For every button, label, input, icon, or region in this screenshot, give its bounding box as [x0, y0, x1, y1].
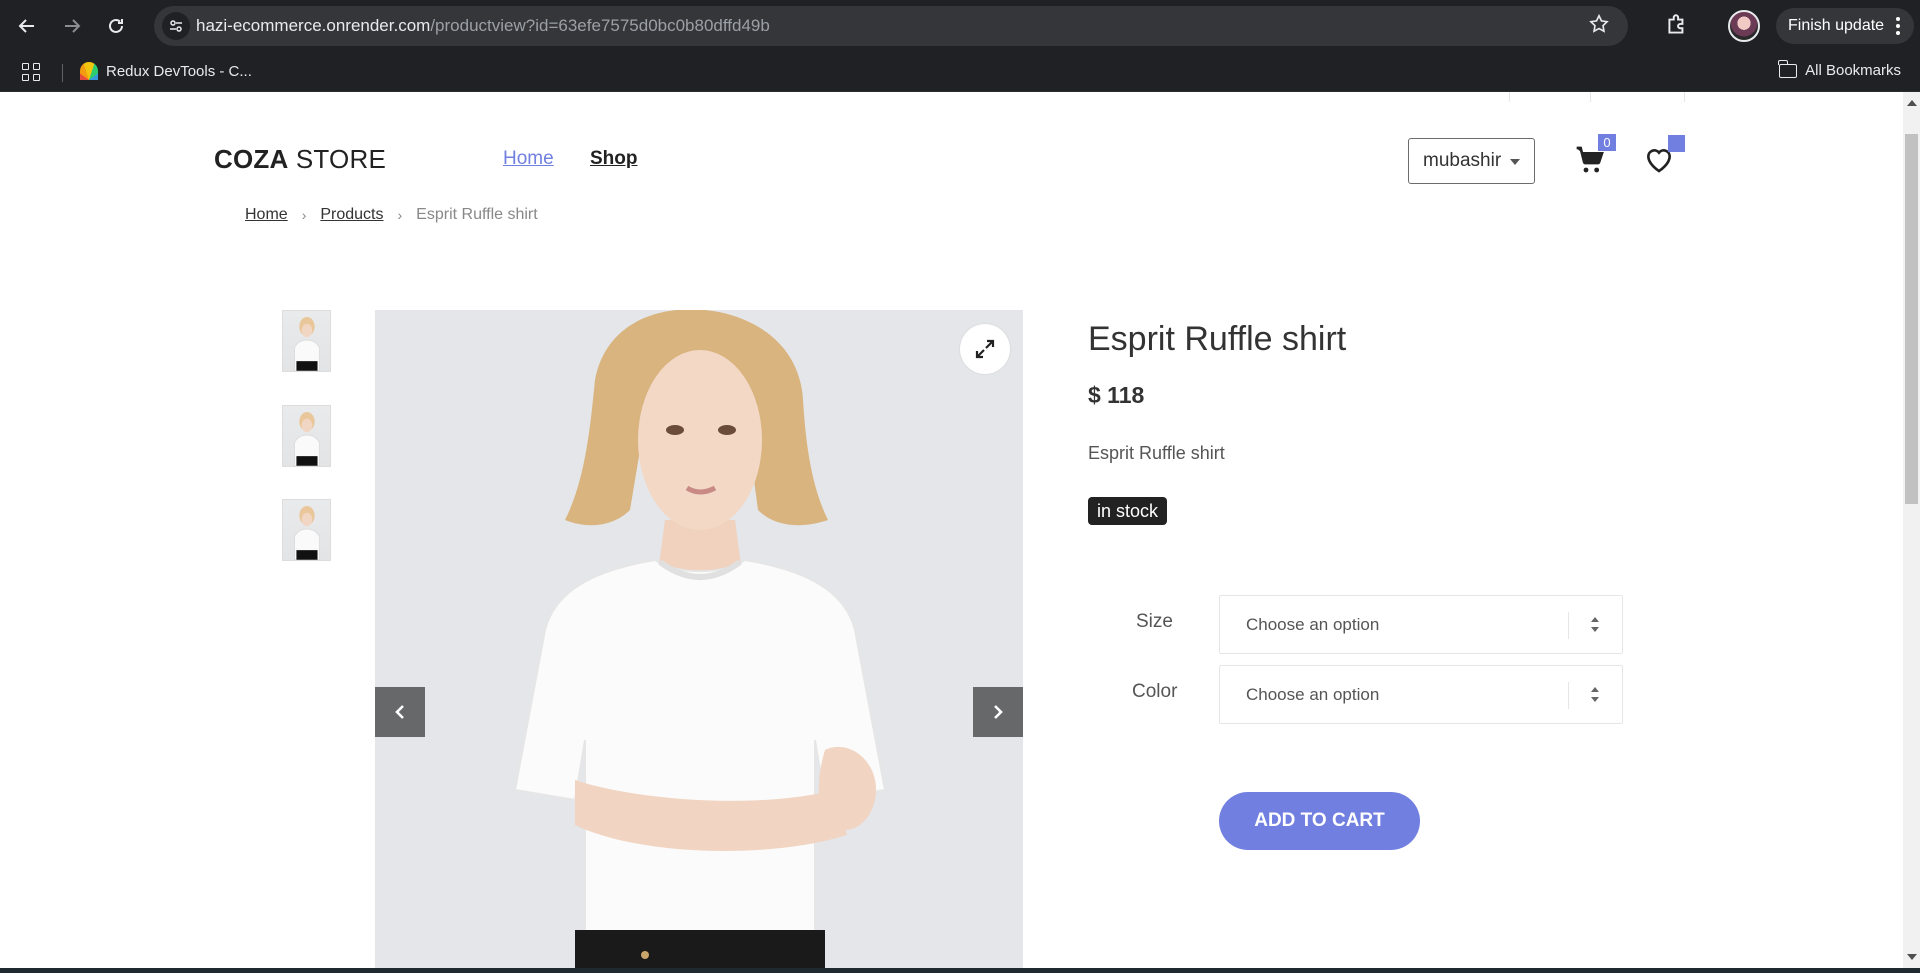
site-info-icon[interactable] [162, 12, 190, 40]
prev-slide-button[interactable] [375, 687, 425, 737]
all-bookmarks-label: All Bookmarks [1805, 62, 1901, 79]
product-price: $ 118 [1088, 382, 1145, 408]
product-main-image[interactable] [375, 310, 1023, 968]
size-select-value: Choose an option [1246, 614, 1380, 634]
profile-avatar[interactable] [1728, 10, 1760, 42]
product-description: Esprit Ruffle shirt [1088, 443, 1225, 463]
size-select[interactable]: Choose an option [1219, 595, 1623, 654]
stock-badge: in stock [1088, 497, 1168, 525]
scroll-down-icon[interactable] [1907, 954, 1917, 960]
store-logo[interactable]: COZA STORE [214, 144, 386, 175]
color-select[interactable]: Choose an option [1219, 665, 1623, 724]
product-thumbnail[interactable] [282, 310, 331, 372]
finish-update-label: Finish update [1788, 17, 1885, 34]
page-viewport: COZA STORE Home Shop mubashir 0 Home › P… [0, 92, 1903, 968]
apps-grid-icon[interactable] [22, 63, 40, 81]
product-thumbnail[interactable] [282, 499, 331, 561]
size-label: Size [1136, 611, 1173, 632]
topbar-divider [1684, 92, 1685, 102]
scroll-up-icon[interactable] [1907, 100, 1917, 106]
url-host: hazi-ecommerce.onrender.com [196, 16, 431, 35]
all-bookmarks-button[interactable]: All Bookmarks [1778, 59, 1901, 79]
kebab-menu-icon[interactable] [1896, 17, 1901, 35]
breadcrumb: Home › Products › Esprit Ruffle shirt [245, 206, 538, 224]
address-bar[interactable]: hazi-ecommerce.onrender.com/productview?… [154, 6, 1628, 46]
user-dropdown[interactable]: mubashir [1408, 138, 1535, 184]
topbar-divider [1590, 92, 1591, 102]
bookmark-redux-devtools[interactable]: Redux DevTools - C... [80, 62, 252, 80]
caret-down-icon [1510, 159, 1520, 165]
finish-update-button[interactable]: Finish update [1776, 8, 1915, 44]
reload-icon[interactable] [102, 12, 130, 40]
bookmarks-separator [62, 64, 63, 82]
chevron-right-icon: › [301, 207, 307, 223]
url-text: hazi-ecommerce.onrender.com/productview?… [196, 16, 770, 36]
scroll-thumb[interactable] [1905, 134, 1918, 504]
topbar-divider [1509, 92, 1510, 102]
bookmark-star-icon[interactable] [1588, 13, 1610, 41]
page-scrollbar[interactable] [1903, 92, 1920, 968]
next-slide-button[interactable] [973, 687, 1023, 737]
cart-count-badge: 0 [1598, 134, 1616, 151]
logo-bold: COZA [214, 144, 289, 174]
forward-icon[interactable] [58, 12, 86, 40]
add-to-cart-button[interactable]: ADD TO CART [1219, 792, 1420, 850]
expand-icon[interactable] [960, 324, 1010, 374]
nav-shop[interactable]: Shop [590, 148, 638, 170]
back-icon[interactable] [13, 12, 41, 40]
bottom-strip [0, 968, 1920, 973]
color-select-value: Choose an option [1246, 684, 1380, 704]
chevron-right-icon [994, 705, 1003, 719]
product-thumbnail[interactable] [282, 405, 331, 467]
product-title: Esprit Ruffle shirt [1088, 320, 1347, 358]
select-arrows-icon [1568, 612, 1622, 639]
bookmark-label: Redux DevTools - C... [106, 62, 252, 80]
extensions-icon[interactable] [1664, 12, 1692, 40]
chevron-left-icon [395, 705, 404, 719]
bookmarks-bar: Redux DevTools - C... All Bookmarks [0, 52, 1920, 92]
wishlist-badge [1668, 135, 1685, 152]
breadcrumb-products[interactable]: Products [320, 206, 383, 224]
select-arrows-icon [1568, 682, 1622, 709]
folder-icon [1778, 59, 1798, 78]
color-label: Color [1132, 681, 1178, 702]
user-name: mubashir [1423, 150, 1502, 171]
breadcrumb-current: Esprit Ruffle shirt [416, 206, 538, 223]
nav-home[interactable]: Home [503, 148, 554, 170]
url-path: /productview?id=63efe7575d0bc0b80dffd49b [430, 16, 770, 35]
rainbow-icon [80, 62, 98, 80]
browser-toolbar: hazi-ecommerce.onrender.com/productview?… [0, 0, 1920, 52]
chevron-right-icon: › [397, 207, 403, 223]
breadcrumb-home[interactable]: Home [245, 206, 288, 224]
logo-light: STORE [288, 144, 386, 174]
